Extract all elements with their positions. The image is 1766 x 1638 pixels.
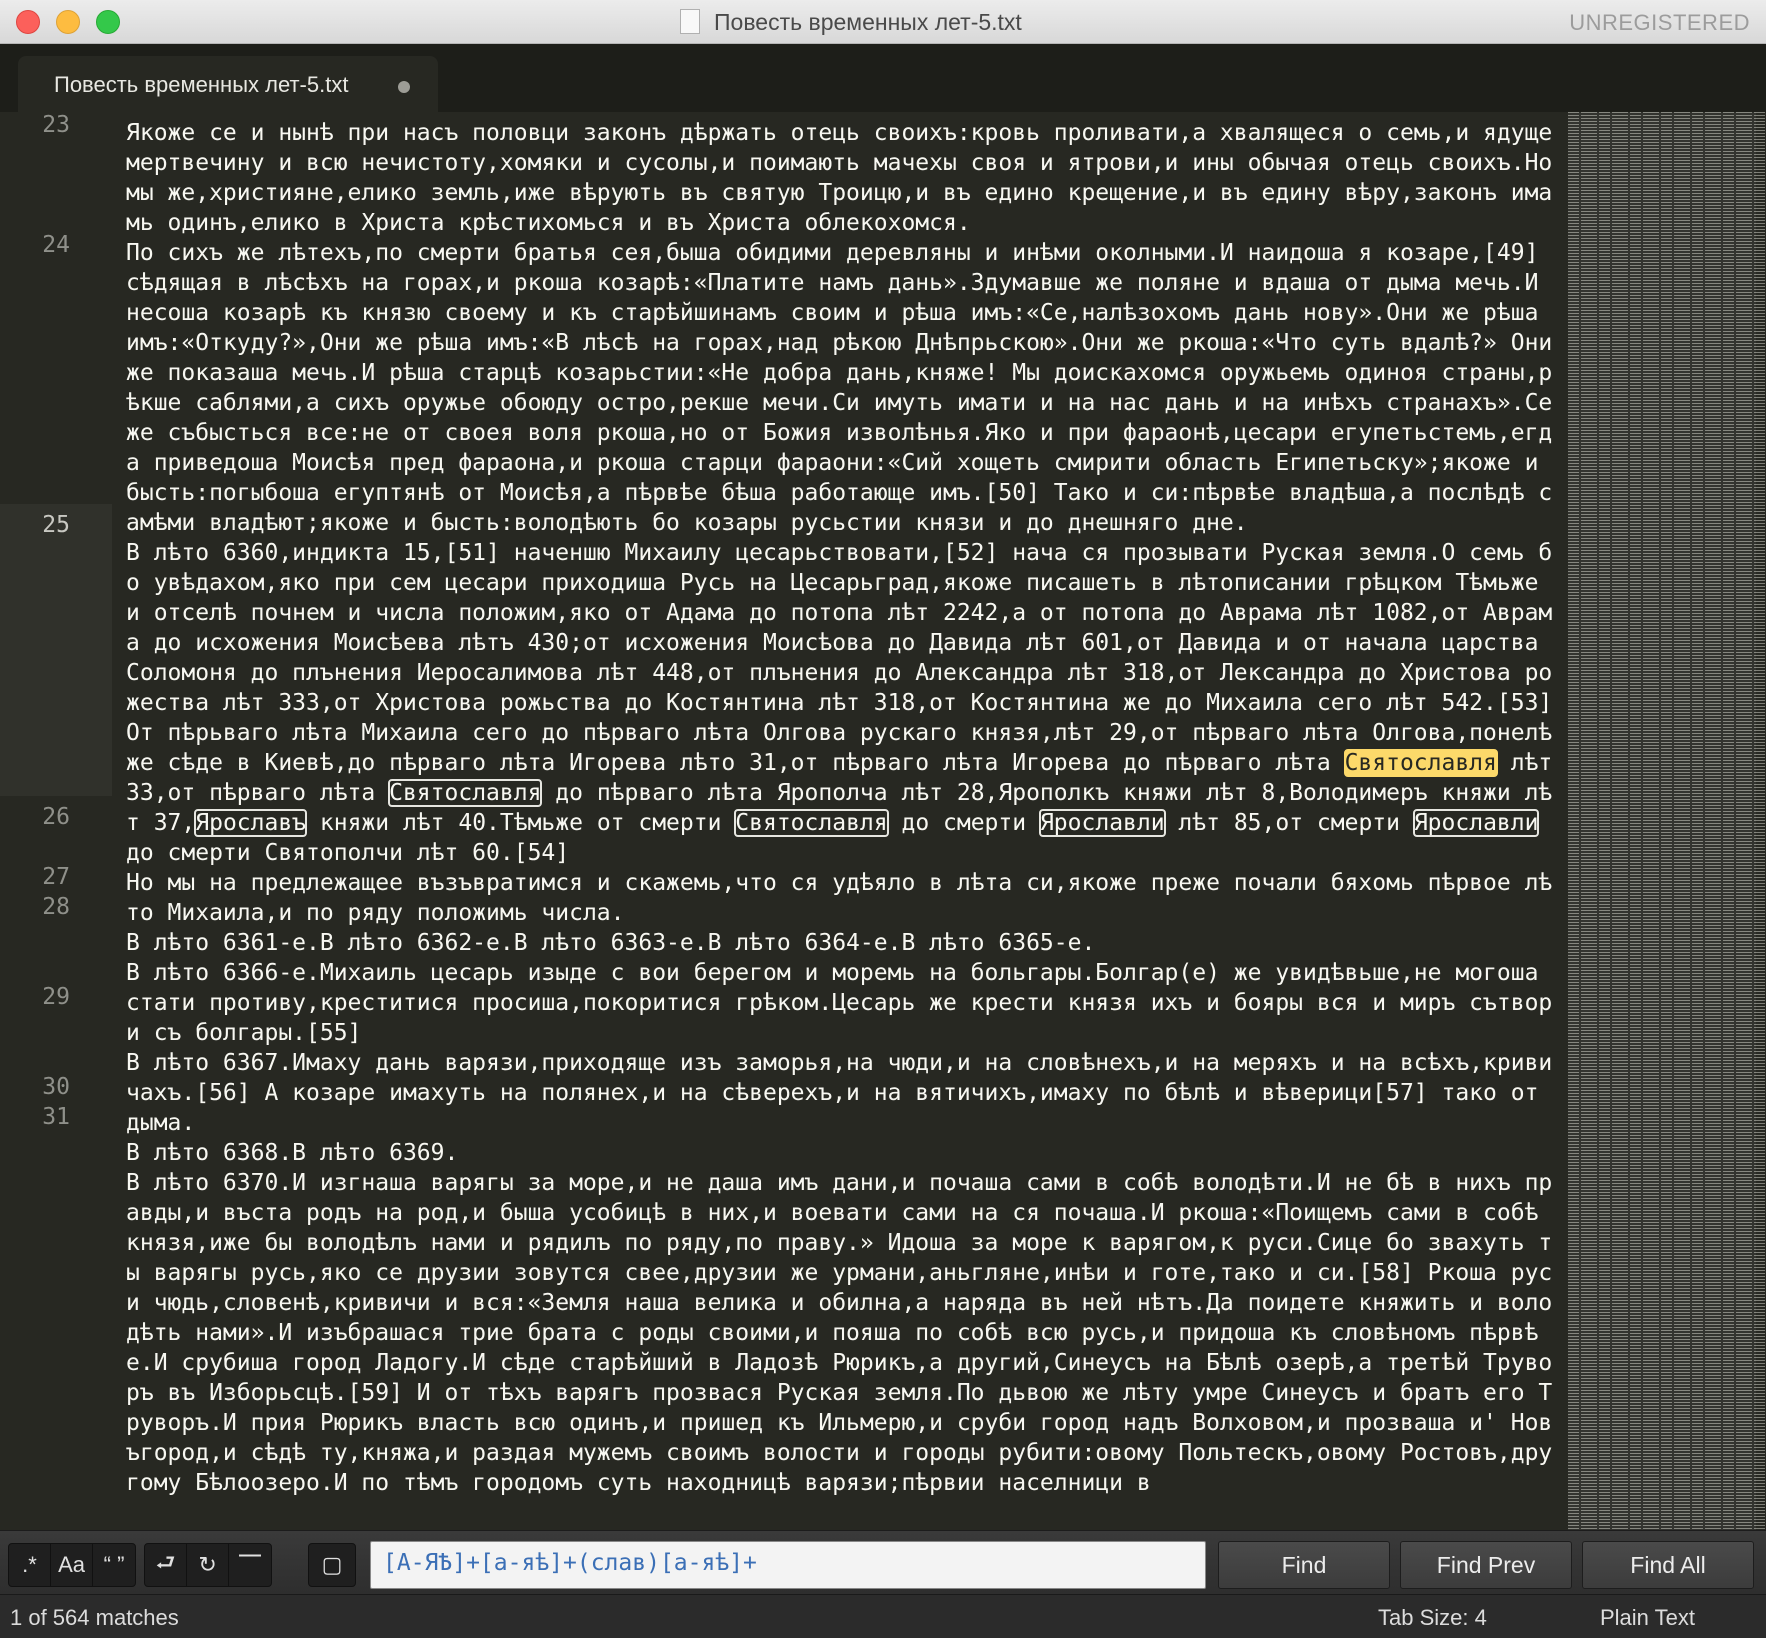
wrap-icon[interactable]: ⮐ xyxy=(145,1544,188,1586)
document-icon xyxy=(680,9,700,34)
title-bar: Повесть временных лет-5.txt UNREGISTERED xyxy=(0,0,1766,44)
search-match: Ярославъ xyxy=(194,809,308,837)
find-all-button[interactable]: Find All xyxy=(1582,1541,1754,1589)
case-sensitive-toggle-button[interactable]: Aa xyxy=(51,1544,94,1586)
text-paragraph: В лѣто 6370.И изгнаша варягы за море,и н… xyxy=(126,1170,1553,1496)
registration-status: UNREGISTERED xyxy=(1569,10,1750,35)
tab-label: Повесть временных лет-5.txt xyxy=(54,72,349,97)
line-number: 26 xyxy=(42,804,70,830)
regex-toggle-button[interactable]: .* xyxy=(9,1544,52,1586)
line-number: 28 xyxy=(42,894,70,920)
in-selection-icon[interactable]: ↻ xyxy=(187,1544,230,1586)
editor-area[interactable]: 23 24 25 26 27 28 29 30 31 Якоже се и ны… xyxy=(0,112,1766,1530)
search-match: Святославля xyxy=(734,809,889,837)
close-window-button[interactable] xyxy=(16,10,40,34)
search-match: Ярославли xyxy=(1038,809,1166,837)
minimap-viewport[interactable] xyxy=(1568,112,1756,1530)
text-paragraph: В лѣто 6361-е.В лѣто 6362-е.В лѣто 6363-… xyxy=(126,930,1096,956)
tab-file[interactable]: Повесть временных лет-5.txt xyxy=(18,56,438,112)
line-number: 30 xyxy=(42,1074,70,1100)
find-prev-button[interactable]: Find Prev xyxy=(1400,1541,1572,1589)
maximize-window-button[interactable] xyxy=(96,10,120,34)
line-number: 24 xyxy=(42,232,70,258)
line-number-gutter: 23 24 25 26 27 28 29 30 31 xyxy=(0,112,112,1530)
search-options-group: .* Aa “ ” xyxy=(8,1543,136,1587)
text-content[interactable]: Якоже се и нынѣ при насъ половци законъ … xyxy=(126,118,1554,1498)
search-match: Святославля xyxy=(388,779,543,807)
text-paragraph: Якоже се и нынѣ при насъ половци законъ … xyxy=(126,120,1567,236)
line-number: 27 xyxy=(42,864,70,890)
find-panel: .* Aa “ ” ⮐ ↻ ⎺ ▢ [А-ЯѢ]+[а-яѣ]+(слав)[а… xyxy=(0,1530,1766,1594)
text-paragraph: В лѣто 6367.Имаху дань варязи,приходяще … xyxy=(126,1050,1553,1136)
tab-bar: Повесть временных лет-5.txt xyxy=(0,44,1766,112)
syntax-selector[interactable]: Plain Text xyxy=(1600,1605,1695,1631)
match-count: 1 of 564 matches xyxy=(10,1605,179,1630)
context-toggle-icon[interactable]: ▢ xyxy=(309,1544,355,1586)
search-behavior-group: ⮐ ↻ ⎺ xyxy=(144,1543,272,1587)
line-number: 25 xyxy=(42,512,70,538)
text-paragraph: В лѣто 6368.В лѣто 6369. xyxy=(126,1140,459,1166)
find-button[interactable]: Find xyxy=(1218,1541,1390,1589)
minimize-window-button[interactable] xyxy=(56,10,80,34)
text-paragraph: По сихъ же лѣтехъ,по смерти братья сея,б… xyxy=(126,240,1567,536)
text-paragraph: В лѣто 6366-е.Михаиль цесарь изыде с вои… xyxy=(126,960,1553,1046)
current-match: Святославля xyxy=(1343,749,1498,777)
context-group: ▢ xyxy=(308,1543,356,1587)
highlight-matches-icon[interactable]: ⎺ xyxy=(229,1544,271,1586)
active-line-highlight xyxy=(0,504,112,796)
text-paragraph: Но мы на предлежащее възъвратимся и скаж… xyxy=(126,870,1553,926)
unsaved-dot-icon[interactable] xyxy=(398,81,410,93)
line-number: 31 xyxy=(42,1104,70,1130)
text-paragraph: В лѣто 6360,индикта 15,[51] наченшю Миха… xyxy=(126,540,1567,866)
status-bar: 1 of 564 matches Tab Size: 4 Plain Text xyxy=(0,1594,1766,1638)
tab-size-selector[interactable]: Tab Size: 4 xyxy=(1378,1605,1487,1631)
window-title: Повесть временных лет-5.txt xyxy=(714,9,1022,35)
whole-word-toggle-button[interactable]: “ ” xyxy=(93,1544,135,1586)
search-match: Ярославли xyxy=(1412,809,1540,837)
line-number: 23 xyxy=(42,112,70,138)
find-input[interactable]: [А-ЯѢ]+[а-яѣ]+(слав)[а-яѣ]+ xyxy=(370,1541,1206,1589)
line-number: 29 xyxy=(42,984,70,1010)
